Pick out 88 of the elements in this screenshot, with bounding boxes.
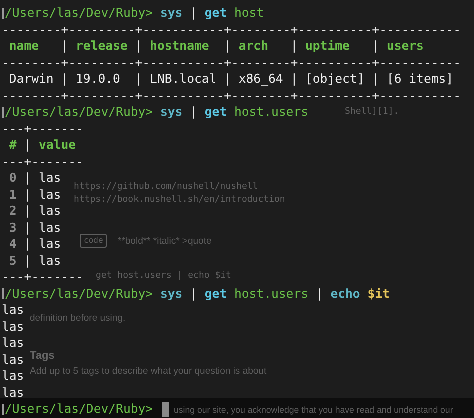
table-rule: --------+---------+-----------+--------+----------+-----------: [2, 54, 462, 71]
table-cell: las: [39, 254, 62, 268]
pipe-symbol: |: [190, 5, 198, 22]
command-keyword: get: [204, 286, 228, 302]
pipe-symbol: |: [190, 104, 198, 120]
prompt-path: /Users/las/Dev/Ruby>: [5, 401, 154, 418]
page-code-text: https://github.com/nushell/nushell: [74, 181, 258, 193]
column-separator: |: [372, 38, 380, 54]
column-separator: |: [24, 236, 32, 252]
pipe-symbol: |: [316, 286, 324, 302]
command-keyword: sys: [160, 286, 183, 302]
table-cell: las: [39, 237, 62, 251]
table-rule: ---+-------: [2, 269, 84, 286]
row-index: 5: [9, 254, 17, 268]
row-index: 2: [9, 204, 17, 218]
column-separator: |: [135, 71, 143, 88]
table-cell: las: [39, 188, 62, 202]
command-keyword: echo: [330, 286, 360, 302]
page-text: Add up to 5 tags to describe what your question is about: [30, 366, 267, 378]
column-separator: |: [224, 38, 232, 54]
table-cell: las: [39, 204, 62, 218]
command-keyword: get: [204, 104, 228, 120]
column-header: value: [39, 138, 76, 152]
column-separator: |: [290, 38, 298, 54]
column-separator: |: [24, 252, 32, 269]
column-separator: |: [61, 71, 69, 88]
output-line: las: [2, 335, 24, 352]
column-separator: |: [290, 71, 298, 88]
page-text: definition before using.: [30, 313, 126, 325]
column-separator: |: [24, 137, 32, 154]
column-header: arch: [238, 39, 268, 53]
prompt-marker-icon: [2, 106, 4, 118]
prompt-path: /Users/las/Dev/Ruby>: [5, 5, 154, 22]
column-separator: |: [135, 38, 143, 54]
row-index: 4: [9, 237, 17, 251]
code-button[interactable]: code: [80, 234, 108, 248]
column-header: name: [9, 39, 40, 53]
variable-name: $it: [368, 286, 390, 302]
column-header: #: [9, 138, 17, 152]
column-separator: |: [24, 170, 32, 186]
prompt-marker-icon: [2, 404, 4, 415]
command-argument: host.users: [234, 104, 309, 120]
column-separator: |: [24, 203, 32, 220]
output-line: las: [2, 368, 24, 384]
command-keyword: sys: [160, 5, 183, 22]
column-separator: |: [24, 186, 32, 203]
command-argument: host.users: [234, 286, 309, 302]
column-header: users: [386, 39, 424, 53]
prompt-marker-icon: [2, 8, 4, 19]
prompt-marker-icon: [2, 288, 4, 300]
page-code-text: https://book.nushell.sh/en/introduction: [74, 194, 286, 206]
output-line: las: [2, 352, 24, 368]
column-separator: |: [372, 71, 380, 88]
page-text: **bold** *italic* >quote: [118, 236, 212, 248]
table-cell: LNB.local: [150, 72, 217, 86]
table-cell: [object]: [306, 72, 365, 86]
page-code-text: get host.users | echo $it: [96, 270, 232, 282]
prompt-path: /Users/las/Dev/Ruby>: [5, 104, 154, 120]
output-line: las: [2, 384, 24, 401]
page-code-text: Shell][1].: [345, 106, 400, 118]
column-header: uptime: [306, 39, 350, 53]
table-cell: 19.0.0: [76, 72, 120, 86]
row-index: 3: [9, 220, 17, 234]
table-rule: --------+---------+-----------+--------+----------+-----------: [2, 88, 462, 104]
command-keyword: sys: [160, 104, 183, 120]
table-rule: ---+-------: [2, 120, 84, 137]
command-keyword: get: [204, 5, 228, 22]
row-index: 1: [9, 188, 17, 202]
table-cell: las: [39, 220, 62, 234]
column-separator: |: [61, 38, 69, 54]
table-rule: --------+---------+-----------+--------+----------+-----------: [2, 22, 462, 38]
column-header: hostname: [150, 39, 210, 53]
table-cell: [6 items]: [386, 72, 454, 86]
column-separator: |: [24, 220, 32, 236]
prompt-path: /Users/las/Dev/Ruby>: [5, 286, 154, 302]
table-cell: Darwin: [9, 72, 54, 86]
command-argument: host: [234, 5, 264, 22]
output-line: las: [2, 302, 24, 318]
page-heading: Tags: [30, 350, 55, 362]
output-line: las: [2, 318, 24, 335]
table-rule: ---+-------: [2, 154, 84, 170]
row-index: 0: [9, 171, 17, 185]
page-text: using our site, you acknowledge that you have read and understand our: [174, 404, 454, 416]
table-cell: x86_64: [238, 72, 284, 86]
column-header: release: [76, 39, 128, 53]
column-separator: |: [224, 71, 232, 88]
pipe-symbol: |: [190, 286, 198, 302]
table-cell: las: [39, 171, 62, 185]
